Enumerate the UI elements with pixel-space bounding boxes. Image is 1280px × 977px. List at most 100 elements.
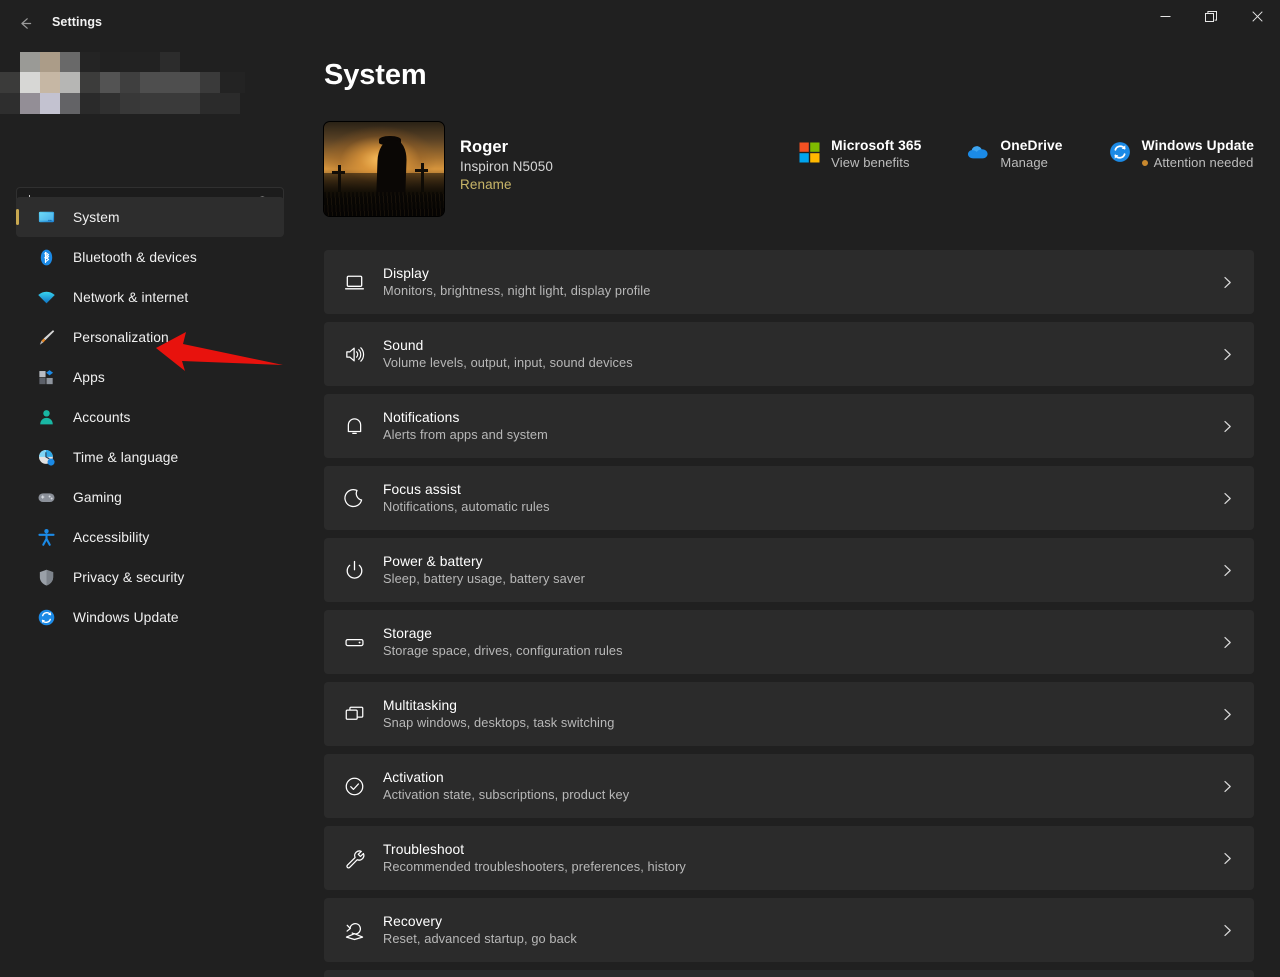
gamepad-icon <box>36 487 56 507</box>
onedrive-cloud-icon <box>967 141 989 163</box>
chevron-right-icon <box>1220 851 1234 865</box>
sidebar-item-label: Time & language <box>73 449 179 465</box>
service-subtitle: Attention needed <box>1153 155 1254 170</box>
sidebar-item-label: Accounts <box>73 409 131 425</box>
service-title: OneDrive <box>1000 138 1063 153</box>
window-controls <box>1142 0 1280 33</box>
chevron-right-icon <box>1220 923 1234 937</box>
paintbrush-icon <box>36 327 56 347</box>
rename-link[interactable]: Rename <box>460 177 512 192</box>
sidebar-item-label: Apps <box>73 369 105 385</box>
shield-icon <box>36 567 56 587</box>
service-subtitle-warning: Attention needed <box>1141 155 1254 170</box>
sidebar-item-label: Gaming <box>73 489 122 505</box>
close-button[interactable] <box>1234 0 1280 33</box>
main-content: System Roger Inspiron N5050 Rename Micro… <box>300 46 1280 977</box>
redacted-account-banner <box>0 52 245 114</box>
sidebar-item-accounts[interactable]: Accounts <box>16 397 284 437</box>
row-subtitle: Monitors, brightness, night light, displ… <box>383 283 651 298</box>
settings-list: Display Monitors, brightness, night ligh… <box>324 250 1254 977</box>
chevron-right-icon <box>1220 275 1234 289</box>
sidebar-item-label: Personalization <box>73 329 169 345</box>
apps-grid-icon <box>36 367 56 387</box>
attention-dot-icon <box>1141 159 1148 166</box>
service-subtitle: View benefits <box>831 155 910 170</box>
sidebar-item-label: Accessibility <box>73 529 150 545</box>
sidebar-item-label: Windows Update <box>73 609 179 625</box>
sidebar-item-windows-update[interactable]: Windows Update <box>16 597 284 637</box>
sidebar-item-apps[interactable]: Apps <box>16 357 284 397</box>
row-title: Notifications <box>383 410 460 425</box>
back-button[interactable] <box>8 8 42 38</box>
settings-row-power-battery[interactable]: Power & battery Sleep, battery usage, ba… <box>324 538 1254 602</box>
service-microsoft-365[interactable]: Microsoft 365 View benefits <box>798 138 921 170</box>
row-title: Multitasking <box>383 698 458 713</box>
row-title: Sound <box>383 338 424 353</box>
power-icon <box>342 558 366 582</box>
window-title: Settings <box>52 15 103 29</box>
settings-row-multitasking[interactable]: Multitasking Snap windows, desktops, tas… <box>324 682 1254 746</box>
microsoft-logo-icon <box>798 141 820 163</box>
sidebar-item-personalization[interactable]: Personalization <box>16 317 284 357</box>
windows-stack-icon <box>342 702 366 726</box>
row-title: Focus assist <box>383 482 461 497</box>
chevron-right-icon <box>1220 563 1234 577</box>
back-arrow-icon <box>20 17 31 29</box>
settings-row-sound[interactable]: Sound Volume levels, output, input, soun… <box>324 322 1254 386</box>
check-circle-icon <box>342 774 366 798</box>
row-title: Power & battery <box>383 554 483 569</box>
row-subtitle: Activation state, subscriptions, product… <box>383 787 630 802</box>
chevron-right-icon <box>1220 779 1234 793</box>
row-title: Display <box>383 266 429 281</box>
service-onedrive[interactable]: OneDrive Manage <box>967 138 1062 170</box>
row-subtitle: Storage space, drives, configuration rul… <box>383 643 623 658</box>
settings-row-notifications[interactable]: Notifications Alerts from apps and syste… <box>324 394 1254 458</box>
bluetooth-icon <box>36 247 56 267</box>
settings-row-partial-next[interactable] <box>324 970 1254 977</box>
service-title: Windows Update <box>1141 138 1254 153</box>
drive-icon <box>342 630 366 654</box>
recovery-icon <box>342 918 366 942</box>
service-links: Microsoft 365 View benefits OneDrive Man… <box>798 138 1254 170</box>
chevron-right-icon <box>1220 635 1234 649</box>
settings-row-focus-assist[interactable]: Focus assist Notifications, automatic ru… <box>324 466 1254 530</box>
sidebar-item-label: Privacy & security <box>73 569 185 585</box>
sidebar-item-bluetooth-devices[interactable]: Bluetooth & devices <box>16 237 284 277</box>
sidebar-item-gaming[interactable]: Gaming <box>16 477 284 517</box>
settings-row-troubleshoot[interactable]: Troubleshoot Recommended troubleshooters… <box>324 826 1254 890</box>
settings-row-recovery[interactable]: Recovery Reset, advanced startup, go bac… <box>324 898 1254 962</box>
sidebar-nav: System Bluetooth & devices Network & int… <box>16 197 284 637</box>
minimize-button[interactable] <box>1142 0 1188 33</box>
service-title: Microsoft 365 <box>831 138 922 153</box>
person-icon <box>36 407 56 427</box>
monitor-outline-icon <box>342 270 366 294</box>
settings-row-storage[interactable]: Storage Storage space, drives, configura… <box>324 610 1254 674</box>
sync-icon <box>1109 141 1131 163</box>
service-windows-update[interactable]: Windows Update Attention needed <box>1109 138 1254 170</box>
sidebar-item-label: System <box>73 209 120 225</box>
row-subtitle: Recommended troubleshooters, preferences… <box>383 859 686 874</box>
row-subtitle: Alerts from apps and system <box>383 427 548 442</box>
device-summary: Roger Inspiron N5050 Rename <box>324 122 1254 218</box>
sidebar-item-time-language[interactable]: Time & language <box>16 437 284 477</box>
title-bar: Settings <box>0 0 1280 46</box>
settings-row-display[interactable]: Display Monitors, brightness, night ligh… <box>324 250 1254 314</box>
sidebar-item-network-internet[interactable]: Network & internet <box>16 277 284 317</box>
row-subtitle: Volume levels, output, input, sound devi… <box>383 355 633 370</box>
row-title: Activation <box>383 770 444 785</box>
restore-button[interactable] <box>1188 0 1234 33</box>
monitor-icon <box>36 207 56 227</box>
speaker-icon <box>342 342 366 366</box>
sync-icon <box>36 607 56 627</box>
restore-icon <box>1205 10 1217 22</box>
row-subtitle: Snap windows, desktops, task switching <box>383 715 615 730</box>
chevron-right-icon <box>1220 491 1234 505</box>
row-subtitle: Reset, advanced startup, go back <box>383 931 577 946</box>
sidebar-item-accessibility[interactable]: Accessibility <box>16 517 284 557</box>
settings-row-activation[interactable]: Activation Activation state, subscriptio… <box>324 754 1254 818</box>
accessibility-icon <box>36 527 56 547</box>
device-name: Roger <box>460 138 509 156</box>
selection-indicator <box>16 209 19 225</box>
sidebar-item-privacy-security[interactable]: Privacy & security <box>16 557 284 597</box>
sidebar-item-system[interactable]: System <box>16 197 284 237</box>
